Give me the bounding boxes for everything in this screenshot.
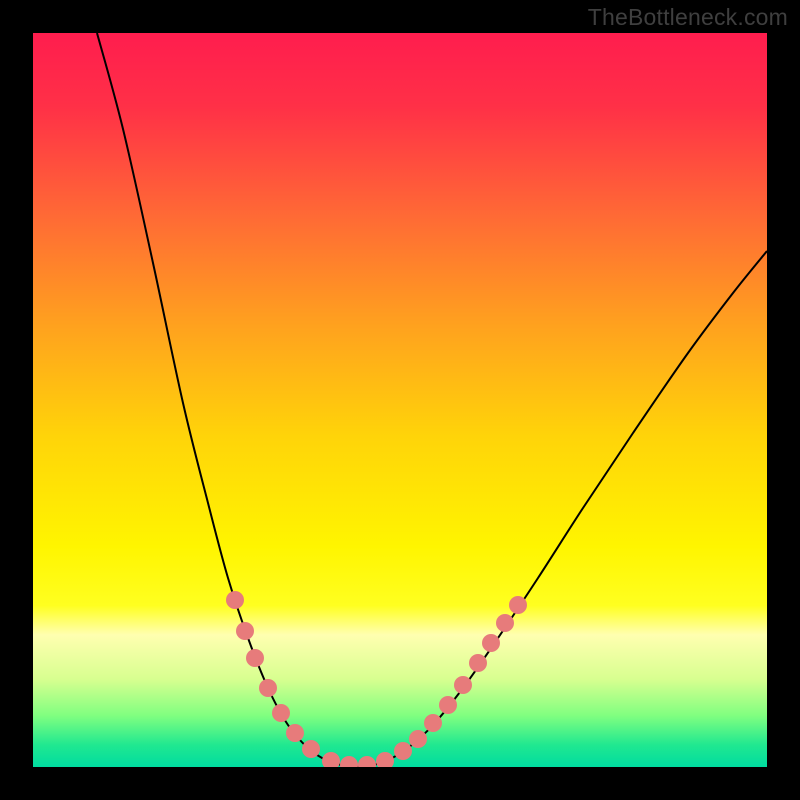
marker-dot xyxy=(272,704,290,722)
gradient-background xyxy=(33,33,767,767)
marker-dot xyxy=(226,591,244,609)
marker-dot xyxy=(509,596,527,614)
chart-svg xyxy=(33,33,767,767)
marker-dot xyxy=(302,740,320,758)
marker-dot xyxy=(454,676,472,694)
chart-frame: TheBottleneck.com xyxy=(0,0,800,800)
marker-dot xyxy=(259,679,277,697)
marker-dot xyxy=(496,614,514,632)
marker-dot xyxy=(424,714,442,732)
marker-dot xyxy=(469,654,487,672)
marker-dot xyxy=(439,696,457,714)
watermark-text: TheBottleneck.com xyxy=(588,4,788,31)
marker-dot xyxy=(246,649,264,667)
marker-dot xyxy=(482,634,500,652)
marker-dot xyxy=(286,724,304,742)
marker-dot xyxy=(409,730,427,748)
plot-area xyxy=(33,33,767,767)
marker-dot xyxy=(236,622,254,640)
marker-dot xyxy=(394,742,412,760)
